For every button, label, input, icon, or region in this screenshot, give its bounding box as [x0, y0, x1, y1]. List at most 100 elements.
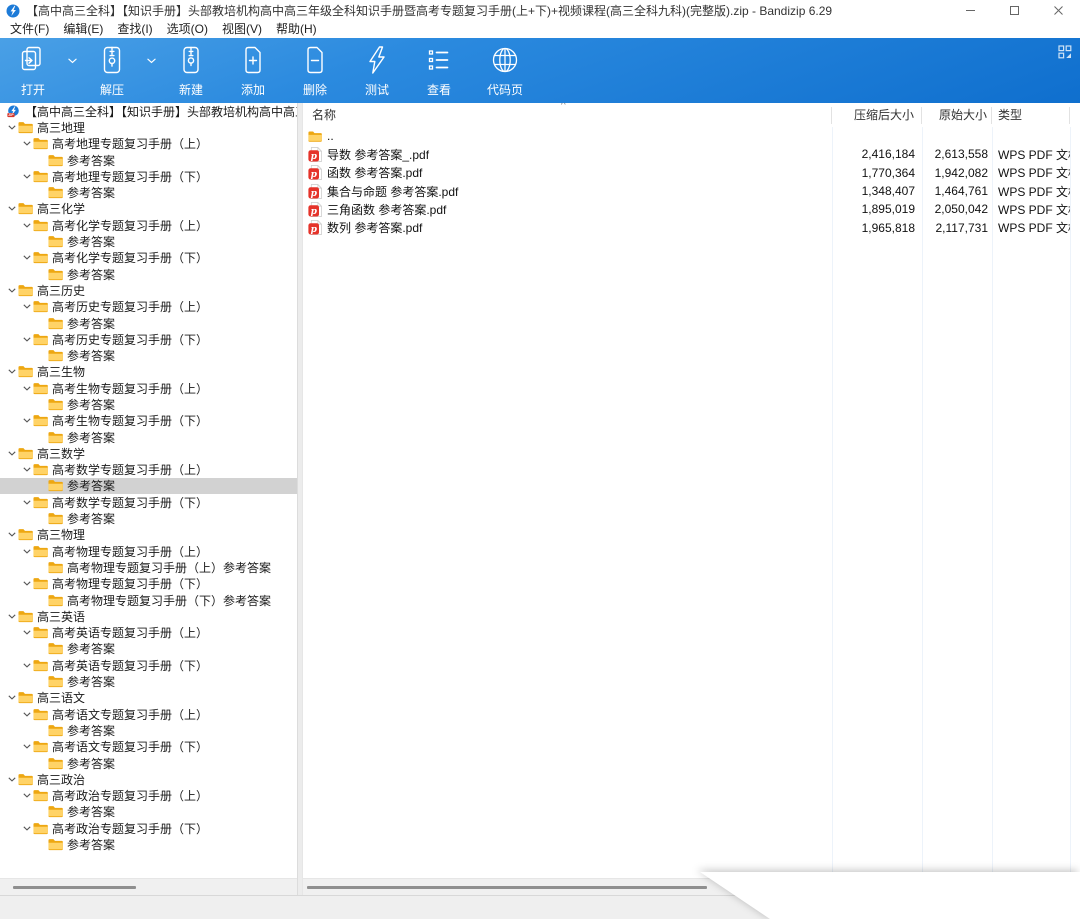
chevron-down-icon[interactable]: [5, 367, 18, 377]
chevron-down-icon[interactable]: [20, 742, 33, 752]
tree-row[interactable]: 高考物理专题复习手册（上）: [0, 543, 297, 559]
close-button[interactable]: [1036, 0, 1080, 21]
tree-row[interactable]: 高考地理专题复习手册（下）: [0, 168, 297, 184]
toolbar-layout-button[interactable]: [1058, 45, 1072, 59]
open-dropdown[interactable]: [64, 38, 81, 103]
tree-row[interactable]: 高考政治专题复习手册（下）: [0, 820, 297, 836]
tree-row[interactable]: 参考答案: [0, 315, 297, 331]
tree-row[interactable]: 高三政治: [0, 771, 297, 787]
view-button[interactable]: 查看: [408, 38, 470, 103]
open-button[interactable]: 打开: [2, 38, 64, 103]
tree-row[interactable]: 高考英语专题复习手册（上）: [0, 625, 297, 641]
tree-row[interactable]: 参考答案: [0, 722, 297, 738]
tree-row[interactable]: 参考答案: [0, 641, 297, 657]
tree-row[interactable]: 参考答案: [0, 347, 297, 363]
tree-row[interactable]: 高考政治专题复习手册（上）: [0, 787, 297, 803]
tree-row[interactable]: 参考答案: [0, 233, 297, 249]
tree-row[interactable]: 高考数学专题复习手册（下）: [0, 494, 297, 510]
chevron-down-icon[interactable]: [5, 448, 18, 458]
chevron-down-icon[interactable]: [20, 709, 33, 719]
titlebar[interactable]: 【高中高三全科】【知识手册】头部教培机构高中高三年级全科知识手册暨高考专题复习手…: [0, 0, 1080, 21]
column-header-packed-size[interactable]: 压缩后大小: [832, 106, 922, 124]
new-archive-button[interactable]: 新建: [160, 38, 222, 103]
file-row[interactable]: p 三角函数 参考答案.pdf 1,895,019 2,050,042 WPS PDF …: [303, 200, 1080, 218]
tree-hscroll-thumb[interactable]: [13, 886, 136, 889]
tree-row[interactable]: 高三物理: [0, 527, 297, 543]
menu-item-e[interactable]: 编辑(E): [56, 21, 110, 38]
chevron-down-icon[interactable]: [5, 774, 18, 784]
column-header-original-size[interactable]: 原始大小: [922, 106, 992, 124]
test-button[interactable]: 测试: [346, 38, 408, 103]
tree-row[interactable]: 高考地理专题复习手册（上）: [0, 136, 297, 152]
file-row[interactable]: p 数列 参考答案.pdf 1,965,818 2,117,731 WPS PDF 文档: [303, 218, 1080, 236]
chevron-down-icon[interactable]: [20, 465, 33, 475]
chevron-down-icon[interactable]: [20, 302, 33, 312]
chevron-down-icon[interactable]: [20, 416, 33, 426]
codepage-button[interactable]: 代码页: [470, 38, 540, 103]
tree-row[interactable]: 高三英语: [0, 608, 297, 624]
tree-row[interactable]: 高考英语专题复习手册（下）: [0, 657, 297, 673]
chevron-down-icon[interactable]: [20, 628, 33, 638]
add-button[interactable]: 添加: [222, 38, 284, 103]
tree-row[interactable]: 参考答案: [0, 266, 297, 282]
tree-row[interactable]: 高考历史专题复习手册（下）: [0, 331, 297, 347]
list-hscroll-thumb[interactable]: [307, 886, 707, 889]
chevron-down-icon[interactable]: [20, 220, 33, 230]
minimize-button[interactable]: [948, 0, 992, 21]
file-row[interactable]: p 集合与命题 参考答案.pdf 1,348,407 1,464,761 WPS PDF…: [303, 182, 1080, 200]
menu-item-h[interactable]: 帮助(H): [269, 21, 324, 38]
tree-row[interactable]: 高考物理专题复习手册（下）: [0, 576, 297, 592]
menu-item-i[interactable]: 查找(I): [110, 21, 159, 38]
menu-item-f[interactable]: 文件(F): [3, 21, 56, 38]
tree-row[interactable]: 参考答案: [0, 396, 297, 412]
tree-row[interactable]: 高考生物专题复习手册（下）: [0, 413, 297, 429]
column-header-name[interactable]: 名称: [303, 106, 832, 124]
chevron-down-icon[interactable]: [20, 139, 33, 149]
maximize-button[interactable]: [992, 0, 1036, 21]
tree-row[interactable]: 高考物理专题复习手册（下）参考答案: [0, 592, 297, 608]
file-row[interactable]: ..: [303, 127, 1080, 145]
chevron-down-icon[interactable]: [20, 383, 33, 393]
tree-row[interactable]: 高考化学专题复习手册（下）: [0, 250, 297, 266]
chevron-down-icon[interactable]: [5, 122, 18, 132]
tree-row[interactable]: 高三历史: [0, 282, 297, 298]
column-header-type[interactable]: 类型: [992, 106, 1070, 124]
tree-row[interactable]: 高三化学: [0, 201, 297, 217]
tree-row[interactable]: 参考答案: [0, 510, 297, 526]
chevron-down-icon[interactable]: [20, 823, 33, 833]
chevron-down-icon[interactable]: [5, 285, 18, 295]
tree-row[interactable]: 参考答案: [0, 184, 297, 200]
tree-row[interactable]: 高考语文专题复习手册（下）: [0, 739, 297, 755]
chevron-down-icon[interactable]: [20, 497, 33, 507]
tree-row[interactable]: 高三生物: [0, 364, 297, 380]
menu-item-v[interactable]: 视图(V): [215, 21, 269, 38]
tree-row[interactable]: 高考历史专题复习手册（上）: [0, 299, 297, 315]
extract-button[interactable]: 解压: [81, 38, 143, 103]
chevron-down-icon[interactable]: [20, 253, 33, 263]
tree-horizontal-scrollbar[interactable]: [0, 878, 297, 896]
tree-row[interactable]: 参考答案: [0, 477, 297, 495]
tree-row[interactable]: 参考答案: [0, 152, 297, 168]
tree-row[interactable]: 高三地理: [0, 119, 297, 135]
chevron-down-icon[interactable]: [20, 546, 33, 556]
tree-row[interactable]: 高考数学专题复习手册（上）: [0, 462, 297, 478]
chevron-down-icon[interactable]: [20, 334, 33, 344]
chevron-down-icon[interactable]: [20, 660, 33, 670]
chevron-down-icon[interactable]: [20, 579, 33, 589]
tree-row[interactable]: 高考化学专题复习手册（上）: [0, 217, 297, 233]
tree-row-archive-root[interactable]: ZIP 【高中高三全科】【知识手册】头部教培机构高中高三年级全科知识手册暨高考专题…: [0, 103, 297, 119]
tree-row[interactable]: 参考答案: [0, 673, 297, 689]
chevron-down-icon[interactable]: [20, 791, 33, 801]
chevron-down-icon[interactable]: [5, 530, 18, 540]
tree-row[interactable]: 参考答案: [0, 755, 297, 771]
tree-row[interactable]: 高三语文: [0, 690, 297, 706]
chevron-down-icon[interactable]: [5, 611, 18, 621]
chevron-down-icon[interactable]: [20, 171, 33, 181]
menu-item-o[interactable]: 选项(O): [160, 21, 215, 38]
delete-button[interactable]: 删除: [284, 38, 346, 103]
chevron-down-icon[interactable]: [5, 693, 18, 703]
tree-row[interactable]: 高考语文专题复习手册（上）: [0, 706, 297, 722]
tree-row[interactable]: 高考生物专题复习手册（上）: [0, 380, 297, 396]
tree-row[interactable]: 参考答案: [0, 836, 297, 852]
file-row[interactable]: p 函数 参考答案.pdf 1,770,364 1,942,082 WPS PDF 文档: [303, 164, 1080, 182]
